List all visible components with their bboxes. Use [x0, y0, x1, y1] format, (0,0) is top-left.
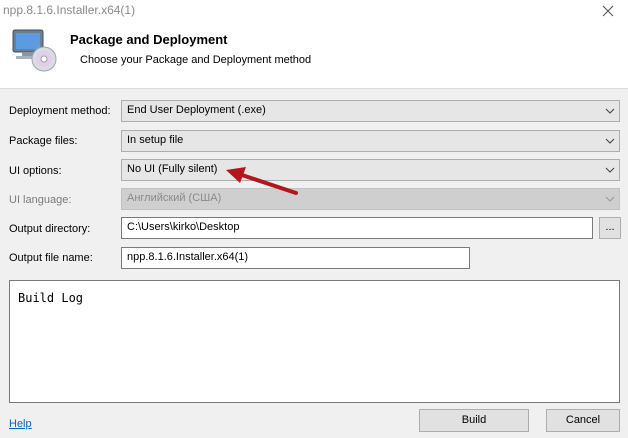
help-link[interactable]: Help: [9, 418, 32, 430]
ui-options-value: No UI (Fully silent): [127, 163, 218, 175]
chevron-down-icon: [605, 138, 615, 144]
package-files-label: Package files:: [9, 135, 78, 147]
cancel-button[interactable]: Cancel: [546, 409, 620, 432]
ui-options-label: UI options:: [9, 165, 62, 177]
output-directory-label: Output directory:: [9, 223, 91, 235]
build-log-area[interactable]: Build Log: [9, 280, 620, 403]
red-arrow: [226, 167, 298, 195]
page-subtitle: Choose your Package and Deployment metho…: [80, 54, 312, 66]
title-bar: npp.8.1.6.Installer.x64(1): [0, 0, 628, 22]
window-title: npp.8.1.6.Installer.x64(1): [3, 3, 136, 17]
package-files-value: In setup file: [127, 134, 184, 146]
close-icon: [602, 5, 614, 17]
build-button[interactable]: Build: [419, 409, 529, 432]
ui-options-dropdown[interactable]: No UI (Fully silent): [121, 159, 620, 181]
close-button[interactable]: [594, 0, 622, 22]
output-file-name-input[interactable]: npp.8.1.6.Installer.x64(1): [121, 247, 470, 269]
ui-language-label: UI language:: [9, 194, 72, 206]
ui-language-value: Английский (США): [127, 192, 222, 204]
chevron-down-icon: [605, 196, 615, 202]
output-file-name-label: Output file name:: [9, 252, 93, 264]
output-directory-input[interactable]: C:\Users\kirko\Desktop: [121, 217, 593, 239]
package-files-dropdown[interactable]: In setup file: [121, 130, 620, 152]
deployment-method-value: End User Deployment (.exe): [127, 104, 266, 116]
deployment-method-dropdown[interactable]: End User Deployment (.exe): [121, 100, 620, 122]
header-separator: [0, 88, 628, 89]
browse-button[interactable]: ...: [599, 217, 621, 239]
page-title: Package and Deployment: [70, 32, 228, 47]
chevron-down-icon: [605, 167, 615, 173]
deployment-method-label: Deployment method:: [9, 105, 111, 117]
ui-language-dropdown: Английский (США): [121, 188, 620, 210]
build-log-text: Build Log: [18, 291, 84, 305]
computer-disc-icon: [12, 29, 57, 72]
chevron-down-icon: [605, 108, 615, 114]
